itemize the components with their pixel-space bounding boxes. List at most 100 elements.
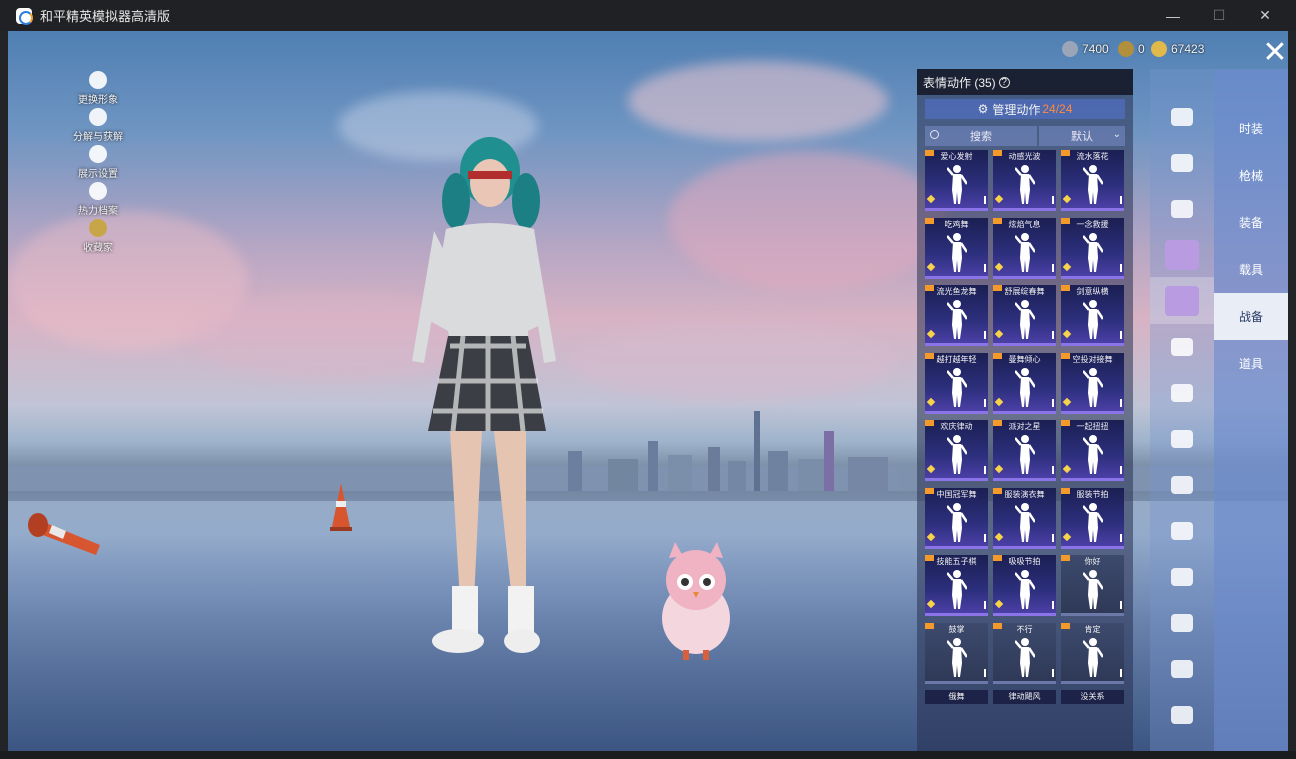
emote-card[interactable]: 流水落花 bbox=[1061, 150, 1124, 211]
rarity-tag bbox=[925, 217, 934, 224]
equipped-bar bbox=[1052, 331, 1054, 339]
currency-gold: 67423 bbox=[1151, 41, 1204, 57]
category-vehicles[interactable]: 载具 bbox=[1214, 246, 1288, 293]
side-item-heat-archive[interactable]: 热力档案 bbox=[72, 180, 124, 217]
emote-label: 你好 bbox=[1084, 557, 1101, 566]
emote-card[interactable]: 肯定 bbox=[1061, 622, 1124, 684]
icon-tab[interactable] bbox=[1150, 461, 1214, 508]
star-icon bbox=[926, 464, 936, 474]
emote-card[interactable]: 服装演衣舞 bbox=[993, 487, 1056, 549]
emote-card[interactable]: 越打越年轻 bbox=[925, 352, 988, 414]
emote-card[interactable]: 一念救援 bbox=[1061, 217, 1124, 279]
emote-card[interactable]: 技能五子棋 bbox=[925, 555, 988, 616]
maximize-icon[interactable]: ☐ bbox=[1196, 0, 1242, 31]
emote-card[interactable]: 鼓掌 bbox=[925, 622, 988, 684]
rarity-tag bbox=[993, 352, 1002, 359]
emote-figure-icon bbox=[1083, 570, 1103, 609]
icon-tab[interactable] bbox=[1150, 369, 1214, 416]
star-icon bbox=[994, 262, 1004, 271]
category-weapons[interactable]: 枪械 bbox=[1214, 152, 1288, 199]
pet-companion bbox=[662, 542, 730, 660]
cloud bbox=[628, 61, 888, 141]
emote-card[interactable]: 中国冠军舞 bbox=[925, 487, 988, 549]
side-menu: 更换形象 分解与获解 展示设置 热力档案 收藏家 bbox=[72, 69, 124, 254]
emote-label: 空投对接舞 bbox=[1072, 354, 1113, 364]
currency-silver: 7400 bbox=[1062, 41, 1109, 57]
category-fashion[interactable]: 时装 bbox=[1214, 105, 1288, 152]
equipped-bar bbox=[1052, 533, 1054, 542]
emote-card[interactable]: 你好 bbox=[1061, 555, 1124, 616]
icon-tab[interactable] bbox=[1150, 691, 1214, 738]
side-item-display-settings[interactable]: 展示设置 bbox=[72, 143, 124, 180]
search-row: 搜索 默认 ⌄ bbox=[925, 126, 1125, 146]
star-icon bbox=[926, 194, 936, 204]
emote-card[interactable]: 舒展绽春舞 bbox=[993, 285, 1056, 346]
emote-card[interactable]: 欢庆律动 bbox=[925, 420, 988, 481]
close-window-icon[interactable]: ✕ bbox=[1242, 0, 1288, 31]
emote-card[interactable]: 吸吸节拍 bbox=[993, 555, 1056, 616]
emote-card[interactable]: 不行 bbox=[993, 622, 1056, 684]
gear-icon: ⚙ bbox=[977, 102, 989, 116]
emote-figure-icon bbox=[1083, 367, 1103, 407]
emote-figure-icon bbox=[947, 165, 967, 204]
icon-tab[interactable] bbox=[1150, 599, 1214, 646]
icon-tab[interactable] bbox=[1150, 507, 1214, 554]
icon-tab[interactable] bbox=[1150, 415, 1214, 462]
emote-card[interactable]: 吃鸡舞 bbox=[925, 217, 988, 279]
emote-card[interactable]: 流光鱼龙舞 bbox=[925, 285, 988, 346]
title-bar: 和平精英模拟器高清版 — ☐ ✕ bbox=[0, 0, 1296, 31]
emote-card[interactable]: 派对之星 bbox=[993, 420, 1056, 481]
rarity-tag bbox=[1061, 420, 1070, 426]
category-equipment[interactable]: 装备 bbox=[1214, 199, 1288, 246]
minimize-icon[interactable]: — bbox=[1150, 0, 1196, 31]
star-icon bbox=[1062, 464, 1072, 474]
emote-card[interactable]: 剑意纵横 bbox=[1061, 285, 1124, 346]
right-border bbox=[1288, 31, 1296, 751]
icon-tab[interactable] bbox=[1150, 323, 1214, 370]
emote-card[interactable]: 曼舞倾心 bbox=[993, 352, 1056, 414]
equipped-bar bbox=[1120, 331, 1122, 339]
category-items[interactable]: 道具 bbox=[1214, 340, 1288, 387]
manage-actions-button[interactable]: ⚙ 管理动作 24/24 bbox=[925, 99, 1125, 119]
icon-tab[interactable] bbox=[1150, 185, 1214, 232]
category-column: 时装 枪械 装备 载具 战备 道具 bbox=[1214, 69, 1288, 751]
equipped-bar bbox=[1052, 466, 1054, 474]
emote-card[interactable]: 律动飓风 bbox=[993, 690, 1056, 704]
equipped-bar bbox=[984, 398, 986, 407]
rarity-tag bbox=[993, 487, 1002, 494]
help-icon[interactable]: ? bbox=[998, 76, 1010, 88]
icon-tab[interactable] bbox=[1150, 231, 1214, 278]
icon-tab[interactable] bbox=[1150, 139, 1214, 186]
emote-label: 流光鱼龙舞 bbox=[936, 287, 977, 296]
emote-card[interactable]: 一起扭扭 bbox=[1061, 420, 1124, 481]
emote-card[interactable]: 没关系 bbox=[1061, 690, 1124, 704]
emote-card[interactable]: 炫焰气息 bbox=[993, 217, 1056, 279]
emote-card[interactable]: 空投对接舞 bbox=[1061, 352, 1124, 414]
avatar-icon bbox=[89, 71, 107, 89]
side-item-collector[interactable]: 收藏家 bbox=[72, 217, 124, 254]
close-panel-icon[interactable]: ✕ bbox=[1261, 38, 1288, 68]
equipped-bar bbox=[984, 196, 986, 204]
icon-tab[interactable] bbox=[1150, 645, 1214, 692]
emote-label: 没关系 bbox=[1080, 692, 1105, 701]
rarity-tag bbox=[1061, 150, 1070, 156]
search-input[interactable]: 搜索 bbox=[925, 126, 1037, 146]
emote-card[interactable]: 动感光波 bbox=[993, 150, 1056, 211]
cloud bbox=[668, 151, 948, 291]
emote-card[interactable]: 服装节拍 bbox=[1061, 487, 1124, 549]
icon-tab[interactable] bbox=[1150, 93, 1214, 140]
emote-label: 派对之星 bbox=[1008, 422, 1041, 431]
chevron-down-icon: ⌄ bbox=[1112, 129, 1121, 140]
side-item-change-avatar[interactable]: 更换形象 bbox=[72, 69, 124, 106]
icon-tab[interactable] bbox=[1150, 277, 1214, 324]
sort-dropdown[interactable]: 默认 ⌄ bbox=[1039, 126, 1125, 146]
silver-coin-icon bbox=[1062, 41, 1078, 57]
emote-card[interactable]: 俄舞 bbox=[925, 690, 988, 704]
icon-tab[interactable] bbox=[1150, 553, 1214, 600]
emote-card[interactable]: 爱心发射 bbox=[925, 150, 988, 211]
side-item-decompose[interactable]: 分解与获解 bbox=[72, 106, 124, 143]
player-character bbox=[412, 137, 556, 653]
bottom-border bbox=[0, 751, 1296, 759]
emote-figure-icon bbox=[947, 570, 967, 609]
category-battle-prep[interactable]: 战备 bbox=[1214, 293, 1288, 340]
